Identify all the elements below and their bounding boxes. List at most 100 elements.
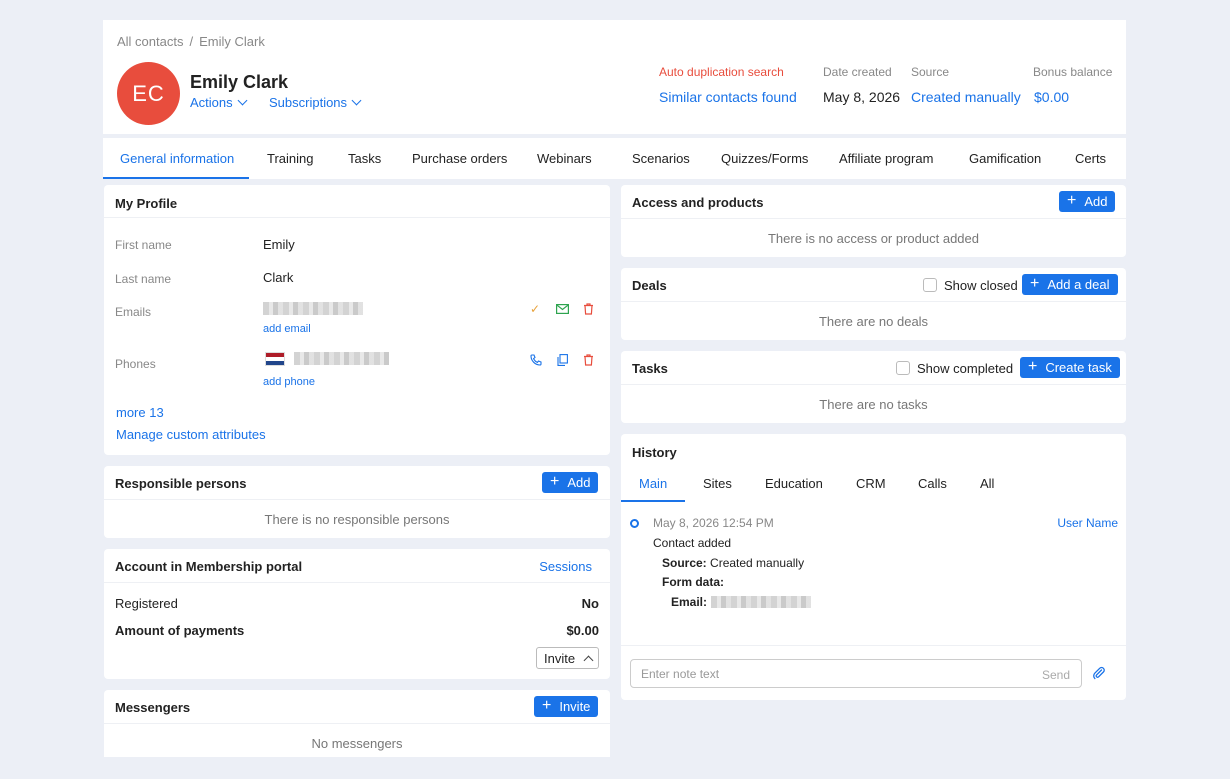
auto-duplication-label: Auto duplication search <box>659 65 784 79</box>
history-tab-crm[interactable]: CRM <box>856 476 886 491</box>
phone-value-redacted[interactable] <box>294 352 389 365</box>
invite-messenger-label: Invite <box>559 699 591 714</box>
source-label: Source <box>911 65 950 79</box>
history-entry-user[interactable]: User Name <box>1057 516 1118 530</box>
breadcrumb: All contacts / Emily Clark <box>117 34 265 49</box>
chevron-down-icon <box>237 95 248 106</box>
divider <box>104 723 610 724</box>
add-email-link[interactable]: add email <box>263 323 311 335</box>
flag-nl-icon[interactable] <box>265 352 285 366</box>
history-entry-date: May 8, 2026 12:54 PM <box>653 516 774 530</box>
timeline-dot-icon <box>630 519 639 528</box>
history-tab-calls[interactable]: Calls <box>918 476 947 491</box>
show-closed-label[interactable]: Show closed <box>944 278 1018 293</box>
note-input[interactable]: Enter note text Send <box>630 659 1082 688</box>
avatar: EC <box>117 62 180 125</box>
deals-empty-text: There are no deals <box>818 314 929 329</box>
source-value[interactable]: Created manually <box>911 89 1021 105</box>
tab-scenarios[interactable]: Scenarios <box>632 151 690 166</box>
add-access-button[interactable]: + Add <box>1059 191 1116 212</box>
phone-icon[interactable] <box>529 353 543 367</box>
add-access-label: Add <box>1084 194 1108 209</box>
add-phone-link[interactable]: add phone <box>263 376 315 388</box>
subscriptions-label: Subscriptions <box>269 95 348 110</box>
emails-label: Emails <box>115 305 152 319</box>
tasks-card: Tasks Show completed + Create task There … <box>621 351 1126 423</box>
email-value-redacted[interactable] <box>263 302 363 315</box>
contact-name: Emily Clark <box>190 72 289 92</box>
tasks-empty-text: There are no tasks <box>819 397 928 412</box>
responsible-empty-text: There is no responsible persons <box>264 512 450 527</box>
invite-dropdown-label: Invite <box>544 650 576 666</box>
plus-icon: + <box>1028 358 1038 375</box>
tab-certs[interactable]: Certs <box>1075 151 1106 166</box>
add-deal-label: Add a deal <box>1047 277 1110 292</box>
deals-card: Deals Show closed + Add a deal There are … <box>621 268 1126 340</box>
date-created-label: Date created <box>823 65 892 79</box>
history-source-label: Source: <box>662 556 707 570</box>
bonus-balance-value[interactable]: $0.00 <box>1034 89 1069 105</box>
trash-icon[interactable] <box>581 302 595 316</box>
actions-dropdown[interactable]: Actions <box>190 95 248 110</box>
my-profile-title: My Profile <box>115 196 178 211</box>
history-tab-all[interactable]: All <box>980 476 994 491</box>
create-task-button[interactable]: + Create task <box>1020 357 1120 378</box>
tab-tasks[interactable]: Tasks <box>348 151 381 166</box>
divider <box>621 301 1126 302</box>
copy-icon[interactable] <box>555 353 569 367</box>
deals-title: Deals <box>632 278 667 293</box>
show-completed-label[interactable]: Show completed <box>917 361 1013 376</box>
tab-webinars[interactable]: Webinars <box>537 151 592 166</box>
breadcrumb-all-contacts[interactable]: All contacts <box>117 34 183 49</box>
history-source-value: Created manually <box>710 556 805 570</box>
more-fields-link[interactable]: more 13 <box>116 405 164 420</box>
responsible-persons-title: Responsible persons <box>115 476 247 491</box>
divider <box>621 645 1126 646</box>
last-name-value[interactable]: Clark <box>263 270 293 285</box>
breadcrumb-current: Emily Clark <box>199 34 265 49</box>
add-deal-button[interactable]: + Add a deal <box>1022 274 1118 295</box>
history-entry-event: Contact added <box>653 536 732 550</box>
access-products-card: Access and products + Add There is no acc… <box>621 185 1126 257</box>
membership-title: Account in Membership portal <box>115 559 303 574</box>
history-entry-source: Source: Created manually <box>662 556 804 570</box>
history-tab-sites[interactable]: Sites <box>703 476 732 491</box>
add-responsible-button[interactable]: + Add <box>542 472 599 493</box>
divider <box>104 499 610 500</box>
send-button[interactable]: Send <box>1042 668 1070 682</box>
show-closed-checkbox[interactable] <box>923 278 937 292</box>
tab-general-information[interactable]: General information <box>120 151 234 166</box>
first-name-value[interactable]: Emily <box>263 237 295 252</box>
invite-messenger-button[interactable]: + Invite <box>534 696 599 717</box>
access-products-title: Access and products <box>632 195 764 210</box>
check-icon[interactable]: ✓ <box>528 302 542 316</box>
add-responsible-label: Add <box>567 475 591 490</box>
chevron-up-icon <box>583 655 594 665</box>
subscriptions-dropdown[interactable]: Subscriptions <box>269 95 362 110</box>
trash-icon[interactable] <box>581 353 595 367</box>
actions-label: Actions <box>190 95 233 110</box>
tab-training[interactable]: Training <box>267 151 313 166</box>
sessions-link[interactable]: Sessions <box>539 559 592 574</box>
paperclip-icon[interactable] <box>1092 666 1106 680</box>
invite-dropdown-button[interactable]: Invite <box>536 647 599 669</box>
tab-quizzes-forms[interactable]: Quizzes/Forms <box>721 151 808 166</box>
create-task-label: Create task <box>1045 360 1112 375</box>
manage-custom-attributes-link[interactable]: Manage custom attributes <box>116 427 266 442</box>
tab-affiliate-program[interactable]: Affiliate program <box>839 151 933 166</box>
history-tab-main[interactable]: Main <box>639 476 667 491</box>
divider <box>621 218 1126 219</box>
similar-contacts-link[interactable]: Similar contacts found <box>659 89 797 105</box>
registered-label: Registered <box>115 596 178 611</box>
messengers-title: Messengers <box>115 700 191 715</box>
history-tab-education[interactable]: Education <box>765 476 823 491</box>
show-completed-checkbox[interactable] <box>896 361 910 375</box>
last-name-label: Last name <box>115 272 172 286</box>
tab-gamification[interactable]: Gamification <box>969 151 1041 166</box>
note-placeholder: Enter note text <box>641 667 720 681</box>
mail-icon[interactable] <box>555 302 569 316</box>
main-tabs: General information Training Tasks Purch… <box>103 138 1126 179</box>
history-form-data-label: Form data: <box>662 575 725 589</box>
date-created-value: May 8, 2026 <box>823 89 901 105</box>
tab-purchase-orders[interactable]: Purchase orders <box>412 151 507 166</box>
